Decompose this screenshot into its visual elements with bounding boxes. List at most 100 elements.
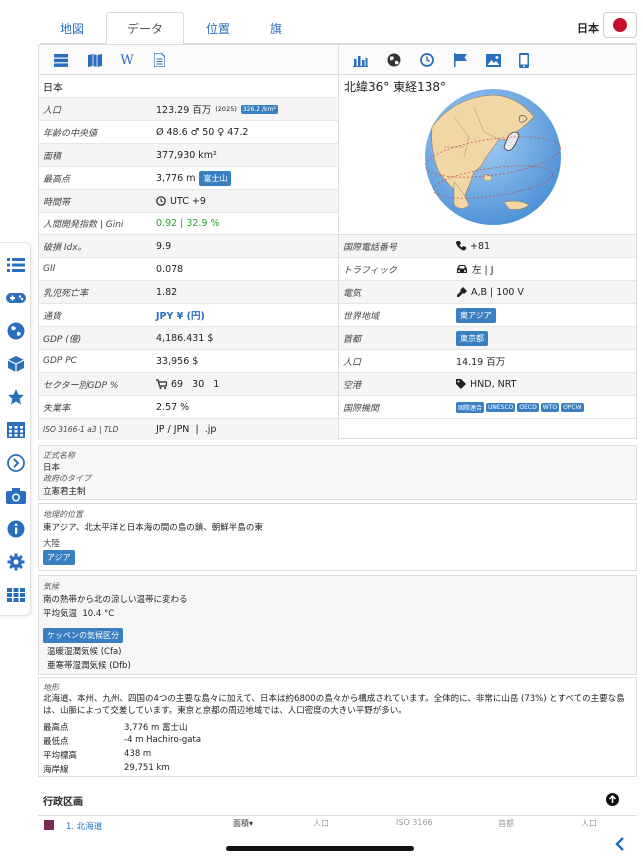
continent-badge[interactable]: アジア: [43, 550, 75, 565]
area-value: 377,930 km²: [156, 149, 217, 161]
camera-icon[interactable]: [6, 486, 26, 506]
admin-col-iso[interactable]: ISO 3166: [396, 818, 433, 827]
home-indicator: [226, 846, 414, 851]
back-chevron-icon[interactable]: [614, 836, 626, 852]
capital-badge[interactable]: 東京都: [456, 330, 488, 346]
capital-label: 首都: [343, 334, 362, 345]
gdp-pc-value: 33,956 $: [156, 355, 199, 367]
globe-icon[interactable]: [6, 321, 26, 341]
region-badge[interactable]: 東アジア: [456, 307, 496, 323]
gdp-row: GDP (億) 4,186.431 $: [39, 327, 339, 350]
terrain-mean-label: 平均標高: [43, 751, 78, 761]
koppen-badge[interactable]: ケッペンの気候区分: [43, 628, 123, 643]
official-name-value: 日本: [43, 463, 61, 473]
calling-code-label: 国際電話番号: [343, 242, 398, 253]
terrain-highest-label: 最高点: [43, 723, 69, 733]
population-number: 123.29 百万: [156, 105, 212, 116]
cube-icon[interactable]: [6, 354, 26, 374]
admin-col-capital[interactable]: 首都: [498, 818, 514, 829]
admin-divisions-header: 行政区画: [38, 785, 637, 815]
org-badge-oecd[interactable]: OECD: [517, 402, 539, 412]
traffic-row: トラフィック 左 | J: [339, 258, 636, 281]
flag-small-icon[interactable]: [452, 52, 468, 68]
timezone-label: 時間帯: [43, 197, 71, 208]
org-badge-opcw[interactable]: OPCW: [561, 402, 584, 412]
country-name: 日本: [577, 22, 599, 35]
image-icon[interactable]: [485, 52, 501, 68]
sector-gdp-row: セクター別GDP % 69 30 1: [39, 373, 339, 396]
clock-icon[interactable]: [419, 52, 435, 68]
airport-value: HND, NRT: [470, 378, 517, 390]
admin-col-area[interactable]: 面積▾: [233, 818, 253, 829]
currency-value[interactable]: JPY ¥ (円): [156, 308, 205, 322]
left-toolbar: W: [39, 45, 339, 75]
timezone-row: 時間帯 UTC +9: [39, 190, 339, 213]
terrain-mean-value: 438 m: [124, 749, 152, 759]
gamepad-icon[interactable]: [6, 288, 26, 308]
server-icon[interactable]: [53, 52, 69, 68]
scroll-up-icon[interactable]: [606, 793, 619, 806]
org-badge-wto[interactable]: WTO: [540, 402, 560, 412]
area-label: 面積: [43, 151, 62, 162]
org-badge-unesco[interactable]: UNESCO: [486, 402, 516, 412]
admin-col-population[interactable]: 人口: [313, 818, 329, 829]
corruption-row: 破損 Idx。 9.9: [39, 235, 339, 258]
flag-button[interactable]: [603, 12, 637, 38]
traffic-value: 左 | J: [472, 265, 494, 276]
geo-location-title: 地理的位置: [43, 510, 83, 519]
document-icon[interactable]: [151, 52, 167, 68]
main-tabbar: 地図 データ 位置 旗: [40, 12, 637, 44]
admin-first-item[interactable]: 1. 北海道: [66, 820, 102, 832]
apps-grid-icon[interactable]: [6, 585, 26, 605]
star-icon[interactable]: [6, 387, 26, 407]
airport-label: 空港: [343, 380, 362, 391]
info-icon[interactable]: [6, 519, 26, 539]
country-row: 日本: [39, 75, 339, 98]
globe-image: [425, 89, 561, 225]
sector-gdp-label: セクター別GDP %: [43, 380, 119, 391]
clock-small-icon: [156, 196, 166, 206]
terrain-lowest-value: -4 m Hachiro-gata: [124, 735, 202, 745]
corruption-value: 9.9: [156, 240, 172, 252]
highest-point-row: 最高点 3,776 m 富士山: [39, 167, 339, 190]
highest-point-label: 最高点: [43, 174, 71, 185]
infant-mortality-value: 1.82: [156, 286, 178, 298]
phone-icon: [456, 241, 466, 251]
wikipedia-icon[interactable]: W: [119, 52, 135, 68]
timezone-value: UTC +9: [170, 195, 206, 207]
globe-panel: 北緯36° 東経138°: [339, 75, 636, 235]
book-map-icon[interactable]: [87, 52, 103, 68]
calendar-grid-icon[interactable]: [6, 420, 26, 440]
region-row: 世界地域 東アジア: [339, 304, 636, 327]
tab-flag[interactable]: 旗: [252, 12, 300, 44]
government-type-title: 政府のタイプ: [43, 474, 91, 483]
flag-icon: [613, 18, 627, 32]
tab-data[interactable]: データ: [106, 12, 184, 44]
terrain-block: 地形 北海道、本州、九州、四国の4つの主要な島々に加えて、日本は約6800の島々…: [38, 677, 637, 777]
tab-map[interactable]: 地図: [48, 12, 96, 44]
bar-chart-icon[interactable]: [352, 52, 368, 68]
official-name-block: 正式名称 日本 政府のタイプ 立憲君主制: [38, 445, 637, 500]
globe-small-icon[interactable]: [386, 52, 402, 68]
mount-fuji-badge[interactable]: 富士山: [199, 170, 232, 186]
koppen-dfb: 亜寒帯湿潤気候 (Dfb): [47, 661, 131, 671]
airport-row: 空港 HND, NRT: [339, 373, 636, 396]
traffic-label: トラフィック: [343, 265, 397, 276]
tab-location[interactable]: 位置: [194, 12, 242, 44]
admin-divisions-title: 行政区画: [43, 796, 83, 808]
highest-point-value: 3,776 m: [156, 172, 196, 184]
currency-row: 通貨 JPY ¥ (円): [39, 304, 339, 327]
list-icon[interactable]: [6, 255, 26, 275]
chevron-circle-icon[interactable]: [6, 453, 26, 473]
org-badge-un[interactable]: 国際連合: [456, 401, 485, 413]
population-value: 123.29 百万 (2025) 326.2 /km²: [156, 102, 278, 116]
tag-icon: [456, 379, 466, 389]
calling-code-row: 国際電話番号 +81: [339, 235, 636, 258]
area-row: 面積 377,930 km²: [39, 144, 339, 167]
mobile-icon[interactable]: [516, 52, 532, 68]
gear-icon[interactable]: [6, 552, 26, 572]
sector-gdp-value: 69 30 1: [156, 379, 219, 390]
official-name-title: 正式名称: [43, 451, 75, 460]
country-label: 日本: [43, 82, 63, 94]
admin-col-capital-pop[interactable]: 人口: [581, 818, 597, 829]
